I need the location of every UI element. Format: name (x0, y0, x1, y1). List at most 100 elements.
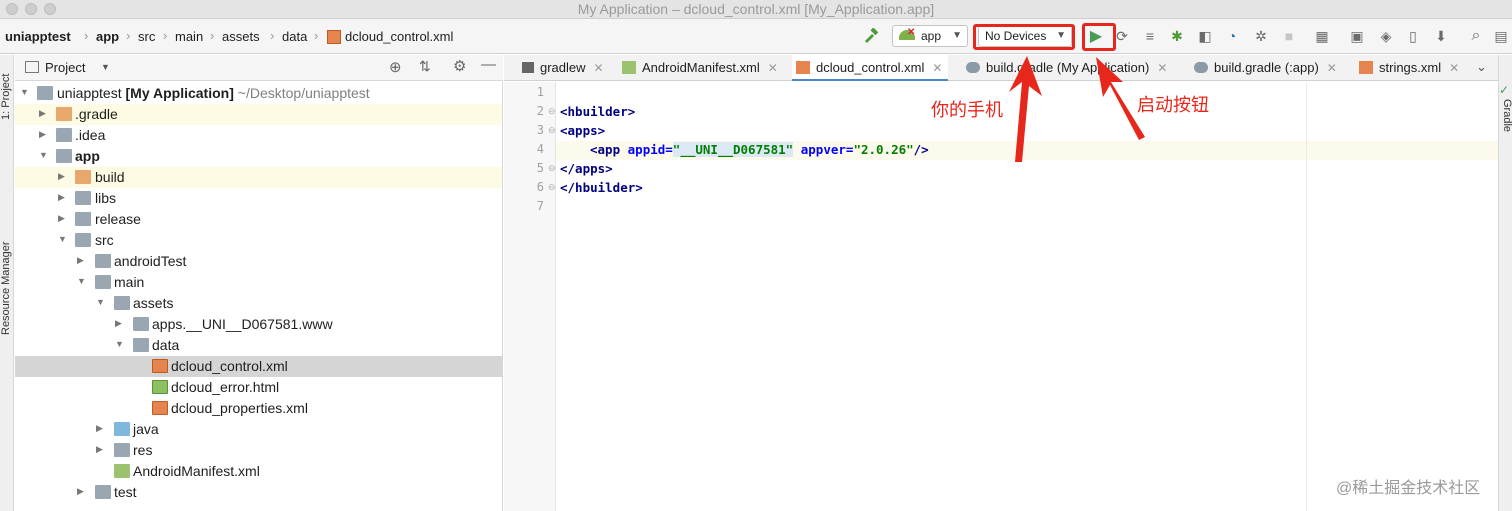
tree-item-dcloud-properties[interactable]: dcloud_properties.xml (15, 398, 502, 419)
tree-item-assets[interactable]: ▼ assets (15, 293, 502, 314)
close-tab-icon[interactable]: ✕ (1157, 61, 1167, 75)
project-panel-header: Project ▼ ⊕ ⇅ ⚙ — (15, 55, 503, 81)
hide-panel-icon[interactable]: — (481, 56, 496, 73)
breadcrumb-file[interactable]: dcloud_control.xml (345, 29, 453, 44)
chevron-right-icon[interactable]: ▶ (77, 255, 84, 266)
tree-item-main[interactable]: ▼ main (15, 272, 502, 293)
fold-marker-icon[interactable]: ⊖ (548, 182, 556, 193)
tree-item-test[interactable]: ▶ test (15, 482, 502, 503)
right-margin-guide (1306, 82, 1307, 511)
breadcrumb-data[interactable]: data (282, 29, 307, 44)
chevron-right-icon[interactable]: ▶ (115, 318, 122, 329)
tree-item-root[interactable]: ▼ uniapptest [My Application] ~/Desktop/… (15, 83, 502, 104)
breadcrumb-app[interactable]: app (96, 29, 119, 44)
run-configuration-select[interactable]: ✕ app ▼ (892, 25, 968, 47)
chevron-down-icon[interactable]: ▼ (20, 87, 29, 97)
chevron-right-icon[interactable]: ▶ (77, 486, 84, 497)
tree-item-data[interactable]: ▼ data (15, 335, 502, 356)
sync-gradle-icon[interactable]: ▣ (1348, 27, 1366, 45)
device-manager-icon[interactable]: ▯ (1404, 27, 1422, 45)
avd-manager-icon[interactable]: ◈ (1377, 27, 1395, 45)
tree-item-res[interactable]: ▶ res (15, 440, 502, 461)
apply-code-changes-icon[interactable]: ≡ (1141, 27, 1159, 45)
tree-item-idea[interactable]: ▶ .idea (15, 125, 502, 146)
manifest-file-icon (622, 61, 636, 74)
tree-item-libs[interactable]: ▶ libs (15, 188, 502, 209)
debug-icon[interactable]: ✱ (1168, 27, 1186, 45)
layout-inspector-icon[interactable]: ▤ (1492, 27, 1510, 45)
breadcrumb-main[interactable]: main (175, 29, 203, 44)
hammer-build-icon[interactable] (862, 27, 880, 45)
module-folder-icon (37, 86, 53, 100)
tree-item-app[interactable]: ▼ app (15, 146, 502, 167)
close-tab-icon[interactable]: ✕ (594, 61, 604, 75)
tree-item-release[interactable]: ▶ release (15, 209, 502, 230)
tab-build-gradle-app[interactable]: build.gradle (:app) ✕ (1194, 55, 1337, 81)
tree-item-apps-www[interactable]: ▶ apps.__UNI__D067581.www (15, 314, 502, 335)
chevron-right-icon[interactable]: ▶ (96, 444, 103, 455)
breadcrumb-project[interactable]: uniapptest (5, 29, 71, 44)
chevron-down-icon[interactable]: ▼ (115, 339, 124, 349)
tree-item-label: uniapptest [My Application] ~/Desktop/un… (57, 85, 370, 101)
tab-build-gradle-project[interactable]: build.gradle (My Application) ✕ (966, 55, 1167, 81)
resource-manager-tool-tab[interactable]: Resource Manager (0, 241, 12, 335)
tree-item-build[interactable]: ▶ build (15, 167, 502, 188)
error-x-icon: ✕ (907, 27, 916, 38)
tree-item-src[interactable]: ▼ src (15, 230, 502, 251)
left-tool-strip: 1: Project Resource Manager (0, 55, 14, 511)
xml-file-icon (1359, 61, 1373, 74)
collapse-all-icon[interactable]: ⇅ (419, 58, 431, 75)
tree-item-java[interactable]: ▶ java (15, 419, 502, 440)
code-editor[interactable]: <hbuilder> <apps> <app appid="__UNI__D06… (556, 82, 1498, 511)
tab-dcloud-control[interactable]: dcloud_control.xml ✕ (792, 55, 949, 81)
folder-icon (56, 128, 72, 142)
locate-file-icon[interactable]: ⊕ (389, 58, 402, 76)
close-tab-icon[interactable]: ✕ (1449, 61, 1459, 75)
chevron-down-icon[interactable]: ▼ (96, 297, 105, 307)
search-icon[interactable]: ⌕ (1467, 27, 1485, 45)
close-tab-icon[interactable]: ✕ (932, 61, 942, 75)
tab-android-manifest[interactable]: AndroidManifest.xml ✕ (622, 55, 778, 81)
chevron-right-icon[interactable]: ▶ (58, 192, 65, 203)
fold-marker-icon[interactable]: ⊖ (548, 125, 556, 136)
chevron-down-icon[interactable]: ▼ (39, 150, 48, 160)
tree-item-label: release (95, 211, 141, 227)
chevron-down-icon[interactable]: ▼ (58, 234, 67, 244)
close-tab-icon[interactable]: ✕ (1327, 61, 1337, 75)
stop-icon[interactable]: ■ (1280, 27, 1298, 45)
chevron-down-icon[interactable]: ▼ (77, 276, 86, 286)
project-view-icon (25, 61, 39, 73)
chevron-right-icon[interactable]: ▶ (58, 171, 65, 182)
tree-item-android-manifest[interactable]: AndroidManifest.xml (15, 461, 502, 482)
tree-item-androidtest[interactable]: ▶ androidTest (15, 251, 502, 272)
gear-icon[interactable]: ⚙ (453, 57, 466, 75)
module-folder-icon (56, 149, 72, 163)
tab-list-chevron-icon[interactable]: ⌄ (1476, 59, 1487, 75)
chevron-right-icon[interactable]: ▶ (39, 129, 46, 140)
project-tool-tab[interactable]: 1: Project (0, 74, 12, 120)
line-number-gutter: 1 2 3 4 5 6 7 ⊖ ⊖ ⊖ ⊖ (504, 82, 556, 511)
run-button-highlight-box (1082, 23, 1116, 51)
coverage-icon[interactable]: ◧ (1196, 27, 1214, 45)
xml-file-icon (327, 30, 341, 44)
tab-strings-xml[interactable]: strings.xml ✕ (1359, 55, 1459, 81)
chevron-right-icon[interactable]: ▶ (39, 108, 46, 119)
project-structure-icon[interactable]: ▦ (1313, 27, 1331, 45)
project-view-select[interactable]: Project (45, 60, 85, 75)
fold-marker-icon[interactable]: ⊖ (548, 106, 556, 117)
tree-item-gradle-dir[interactable]: ▶ .gradle (15, 104, 502, 125)
close-tab-icon[interactable]: ✕ (768, 61, 778, 75)
breadcrumb-src[interactable]: src (138, 29, 155, 44)
attach-debugger-icon[interactable]: ✲ (1252, 27, 1270, 45)
chevron-right-icon[interactable]: ▶ (96, 423, 103, 434)
tab-gradlew[interactable]: gradlew ✕ (522, 55, 604, 81)
fold-marker-icon[interactable]: ⊖ (548, 163, 556, 174)
sdk-manager-icon[interactable]: ⬇ (1432, 27, 1450, 45)
breadcrumb-assets[interactable]: assets (222, 29, 260, 44)
line-number: 4 (536, 142, 544, 156)
chevron-right-icon[interactable]: ▶ (58, 213, 65, 224)
profile-icon[interactable]: ◔ (1223, 27, 1241, 45)
tree-item-dcloud-control[interactable]: dcloud_control.xml (15, 356, 502, 377)
tree-item-dcloud-error[interactable]: dcloud_error.html (15, 377, 502, 398)
gradle-tool-tab[interactable]: Gradle (1501, 99, 1512, 132)
